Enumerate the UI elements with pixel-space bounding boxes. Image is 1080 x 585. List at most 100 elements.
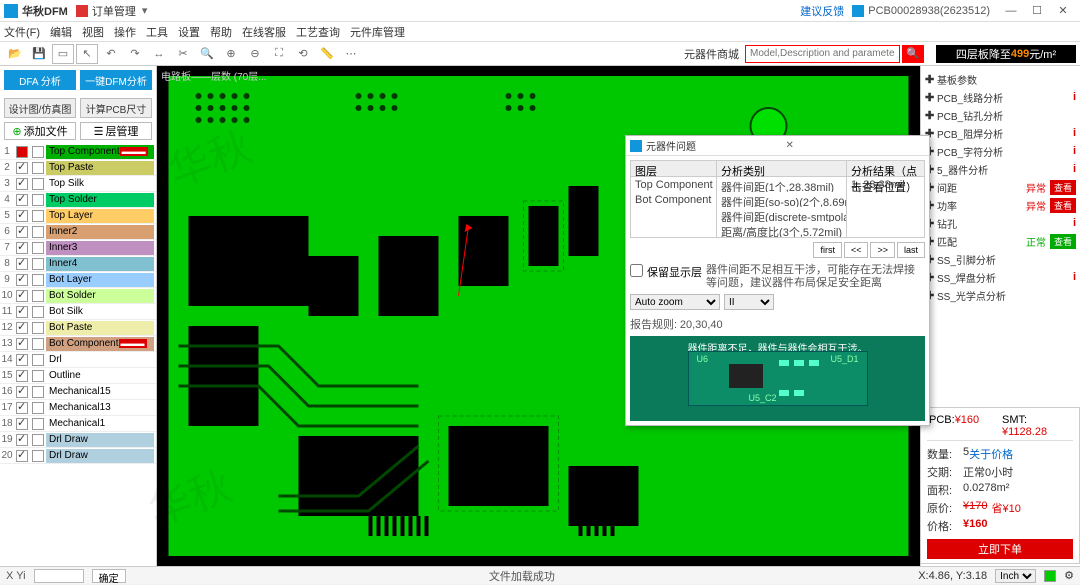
layer-checkbox2[interactable] [32, 434, 44, 446]
layer-checkbox[interactable] [16, 258, 28, 270]
layer-cell[interactable]: Bot Component [631, 192, 716, 207]
open-icon[interactable]: 📂 [4, 44, 26, 64]
calc-size-button[interactable]: 计算PCB尺寸 [80, 98, 152, 118]
view-button[interactable]: 查看 [1050, 234, 1076, 249]
layer-checkbox[interactable] [16, 290, 28, 302]
analysis-item[interactable]: ✚PCB_阻焊分析i [923, 124, 1078, 142]
layer-checkbox2[interactable] [32, 290, 44, 302]
layer-checkbox2[interactable] [32, 386, 44, 398]
layer-checkbox[interactable] [16, 226, 28, 238]
cursor-icon[interactable]: ↖ [76, 44, 98, 64]
layer-checkbox[interactable] [16, 434, 28, 446]
design-sim-button[interactable]: 设计图/仿真图 [4, 98, 76, 118]
layer-checkbox2[interactable] [32, 146, 44, 158]
layer-checkbox2[interactable] [32, 354, 44, 366]
layer-row[interactable]: 5 Top Layer [0, 208, 156, 224]
unit-select[interactable]: II [724, 294, 774, 310]
component-search-input[interactable] [745, 45, 900, 63]
layer-row[interactable]: 9 Bot Layer [0, 272, 156, 288]
layer-row[interactable]: 7 Inner3 [0, 240, 156, 256]
add-file-button[interactable]: ⊕添加文件 [4, 122, 76, 140]
layer-row[interactable]: 19 Drl Draw [0, 432, 156, 448]
analysis-item[interactable]: ✚间距异常查看 [923, 178, 1078, 196]
dialog-close-button[interactable]: ✕ [786, 140, 926, 151]
menu-operate[interactable]: 操作 [114, 24, 136, 40]
layer-checkbox[interactable] [16, 162, 28, 174]
menu-settings[interactable]: 设置 [178, 24, 200, 40]
layer-checkbox[interactable] [16, 450, 28, 462]
layer-row[interactable]: 4 Top Solder [0, 192, 156, 208]
layer-row[interactable]: 20 Drl Draw [0, 448, 156, 464]
category-cell[interactable]: 器件间距(discrete-smtpolar)(1个,14 [717, 207, 846, 222]
layer-checkbox[interactable] [16, 386, 28, 398]
layer-row[interactable]: 6 Inner2 [0, 224, 156, 240]
layer-checkbox2[interactable] [32, 242, 44, 254]
layer-checkbox[interactable] [16, 322, 28, 334]
analysis-item[interactable]: ✚功率异常查看 [923, 196, 1078, 214]
layer-row[interactable]: 1 Top Component ▬▬▬ [0, 144, 156, 160]
keep-layer-checkbox[interactable] [630, 264, 643, 277]
layer-row[interactable]: 15 Outline [0, 368, 156, 384]
unit-select-statusbar[interactable]: Inch [995, 569, 1036, 583]
pcb-price-tab[interactable]: PCB:¥160 [927, 412, 1000, 440]
layer-manager-button[interactable]: ☰层管理 [80, 122, 152, 140]
zoom-in-icon[interactable]: ⊕ [220, 44, 242, 64]
layer-checkbox[interactable] [16, 194, 28, 206]
menu-component-lib[interactable]: 元件库管理 [350, 24, 405, 40]
layer-checkbox2[interactable] [32, 194, 44, 206]
analysis-item[interactable]: ✚SS_光学点分析 [923, 286, 1078, 304]
category-cell[interactable]: 器件间距(so-so)(2个,8.69mil) [717, 192, 846, 207]
layer-checkbox[interactable] [16, 338, 28, 350]
layer-checkbox2[interactable] [32, 418, 44, 430]
layer-checkbox[interactable] [16, 370, 28, 382]
order-now-button[interactable]: 立即下单 [927, 539, 1073, 559]
coord-input[interactable] [34, 569, 84, 583]
layer-checkbox[interactable] [16, 274, 28, 286]
layer-checkbox2[interactable] [32, 306, 44, 318]
layer-row[interactable]: 18 Mechanical1 [0, 416, 156, 432]
layer-checkbox[interactable] [16, 210, 28, 222]
last-button[interactable]: last [897, 242, 925, 258]
layer-checkbox2[interactable] [32, 322, 44, 334]
promo-banner[interactable]: 四层板降至499元/m² [936, 45, 1076, 63]
layer-row[interactable]: 17 Mechanical13 [0, 400, 156, 416]
layer-checkbox[interactable] [16, 178, 28, 190]
layer-checkbox[interactable] [16, 402, 28, 414]
analysis-item[interactable]: ✚基板参数 [923, 70, 1078, 88]
redo-icon[interactable]: ↷ [124, 44, 146, 64]
layer-row[interactable]: 14 Drl [0, 352, 156, 368]
layer-row[interactable]: 8 Inner4 [0, 256, 156, 272]
view-button[interactable]: 查看 [1050, 198, 1076, 213]
measure-h-icon[interactable]: ↔ [148, 44, 170, 64]
layer-checkbox2[interactable] [32, 370, 44, 382]
layer-row[interactable]: 16 Mechanical15 [0, 384, 156, 400]
layer-row[interactable]: 2 Top Paste [0, 160, 156, 176]
select-icon[interactable]: ▭ [52, 44, 74, 64]
analysis-item[interactable]: ✚PCB_字符分析i [923, 142, 1078, 160]
menu-edit[interactable]: 编辑 [50, 24, 72, 40]
layer-checkbox[interactable] [16, 146, 28, 158]
save-icon[interactable]: 💾 [28, 44, 50, 64]
menu-tools[interactable]: 工具 [146, 24, 168, 40]
cut-icon[interactable]: ✂ [172, 44, 194, 64]
more-icon[interactable]: ⋯ [340, 44, 362, 64]
analysis-item[interactable]: ✚钻孔i [923, 214, 1078, 232]
layer-cell[interactable]: Top Component [631, 177, 716, 192]
first-button[interactable]: first [813, 242, 842, 258]
ruler-icon[interactable]: 📏 [316, 44, 338, 64]
zoom-out-icon[interactable]: ⊖ [244, 44, 266, 64]
menu-support[interactable]: 在线客服 [242, 24, 286, 40]
expand-icon[interactable]: ✚ [925, 109, 935, 122]
layer-checkbox2[interactable] [32, 210, 44, 222]
about-price-link[interactable]: 关于价格 [969, 446, 1013, 462]
menu-process[interactable]: 工艺查询 [296, 24, 340, 40]
view-button[interactable]: 查看 [1050, 180, 1076, 195]
layer-checkbox[interactable] [16, 354, 28, 366]
close-button[interactable]: ✕ [1050, 1, 1076, 21]
minimize-button[interactable]: — [998, 1, 1024, 21]
analysis-item[interactable]: ✚SS_焊盘分析i [923, 268, 1078, 286]
layer-checkbox2[interactable] [32, 338, 44, 350]
analysis-item[interactable]: ✚5_器件分析i [923, 160, 1078, 178]
layer-checkbox2[interactable] [32, 402, 44, 414]
menu-file[interactable]: 文件(F) [4, 24, 40, 40]
